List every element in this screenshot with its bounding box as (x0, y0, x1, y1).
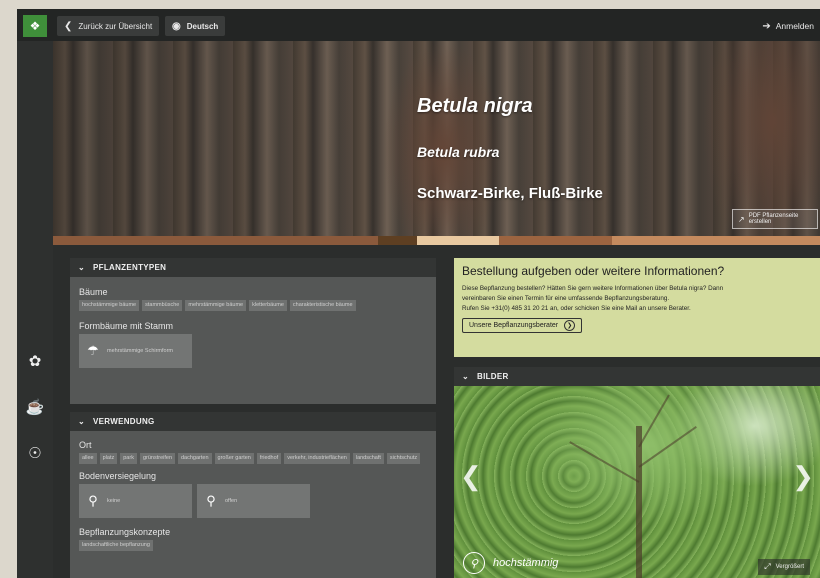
login-button[interactable]: ➔ Anmelden (754, 16, 820, 36)
zoom-label: Vergrößert (775, 564, 804, 570)
swatch-0 (53, 236, 378, 245)
type-card[interactable]: ☂ mehrstämmige Schirmform (79, 334, 192, 368)
info-line: Diese Bepflanzung bestellen? Hätten Sie … (462, 285, 724, 292)
tag-list-ort: allee platz park grünstreifen dachgarten… (79, 453, 427, 464)
lightbulb-icon[interactable]: ☉ (17, 439, 53, 467)
pdf-icon: ↗ (738, 214, 745, 224)
tag[interactable]: stammbüsche (142, 300, 183, 311)
plant-common-name: Schwarz-Birke, Fluß-Birke (417, 185, 603, 202)
group-title-konzepte: Bepflanzungskonzepte (79, 527, 171, 537)
hero-image: Betula nigra Betula rubra Schwarz-Birke,… (53, 41, 820, 236)
type-card-label: mehrstämmige Schirmform (107, 347, 174, 354)
info-title: Bestellung aufgeben oder weitere Informa… (462, 264, 725, 278)
group-title-baeume: Bäume (79, 287, 108, 297)
tag[interactable]: landschaftliche bepflanzung (79, 540, 153, 551)
boden-card-label: offen (225, 498, 238, 504)
tag[interactable]: allee (79, 453, 97, 464)
plant-info-icon[interactable]: ✿ (17, 347, 53, 375)
swatch-5 (612, 236, 820, 245)
tag[interactable]: charakteristische bäume (289, 300, 356, 311)
tag[interactable]: grünstreifen (139, 453, 175, 464)
tag[interactable]: platz (99, 453, 118, 464)
photo-caption: ⚲ hochstämmig (463, 552, 558, 574)
background-corner (0, 0, 17, 180)
language-label: Deutsch (186, 21, 219, 31)
order-info-box: Bestellung aufgeben oder weitere Informa… (454, 258, 820, 357)
group-title-formbaeume: Formbäume mit Stamm (79, 321, 174, 331)
panel-title: BILDER (477, 372, 509, 381)
tag[interactable]: hochstämmige bäume (79, 300, 140, 311)
tag[interactable]: mehrstämmige bäume (185, 300, 247, 311)
tag[interactable]: landschaft (352, 453, 384, 464)
group-title-boden: Bodenversiegelung (79, 471, 157, 481)
panel-title: PFLANZENTYPEN (93, 263, 167, 272)
back-button-label: Zurück zur Übersicht (78, 21, 153, 31)
tag[interactable]: großer garten (214, 453, 254, 464)
zoom-button[interactable]: ⤢ Vergrößert (758, 559, 810, 575)
pdf-button-label: PDF Pflanzenseite erstellen (748, 213, 799, 225)
photo-branch (638, 394, 670, 448)
tag[interactable]: verkehr, industrieflächen (284, 453, 350, 464)
panel-header-verwendung[interactable]: ⌄ VERWENDUNG (70, 412, 436, 431)
plant-synonym: Betula rubra (417, 144, 500, 160)
login-label: Anmelden (775, 21, 814, 31)
top-bar: ❖ ❮ Zurück zur Übersicht ◉ Deutsch ➔ Anm… (17, 9, 820, 41)
photo-branch (569, 441, 640, 483)
chevron-down-icon: ⌄ (78, 263, 86, 272)
tree-icon: ⚲ (463, 552, 485, 574)
group-title-ort: Ort (79, 440, 92, 450)
info-line: Rufen Sie +31(0) 485 31 20 21 an, oder s… (462, 305, 691, 312)
photo-caption-label: hochstämmig (493, 557, 559, 569)
arrow-right-icon: ❯ (564, 320, 576, 331)
chevron-down-icon: ⌄ (78, 417, 86, 426)
advisor-button[interactable]: Unsere Bepflanzungsberater ❯ (462, 318, 583, 333)
plant-photo: ❮ ❯ ⚲ hochstämmig ⤢ Vergrößert (454, 386, 820, 578)
login-icon: ➔ (762, 20, 771, 32)
panel-header-pflanzentypen[interactable]: ⌄ PFLANZENTYPEN (70, 258, 436, 277)
swatch-4 (499, 236, 612, 245)
panel-pflanzentypen: ⌄ PFLANZENTYPEN Bäume hochstämmige bäume… (70, 258, 436, 404)
chevron-down-icon: ⌄ (462, 372, 470, 381)
pdf-button[interactable]: ↗ PDF Pflanzenseite erstellen (732, 209, 818, 229)
arrow-left-icon[interactable]: ❮ (460, 461, 482, 492)
panel-title: VERWENDUNG (93, 417, 155, 426)
tag-list-konzepte: landschaftliche bepflanzung (79, 540, 427, 551)
expand-icon: ⤢ (764, 562, 771, 571)
swatch-3 (417, 236, 499, 245)
app-window: ❖ ❮ Zurück zur Übersicht ◉ Deutsch ➔ Anm… (17, 9, 820, 578)
tree-open-seal-icon: ⚲ (206, 493, 216, 508)
sidebar: ✿ ☕ ☉ (17, 41, 53, 578)
color-swatches (53, 236, 820, 245)
globe-icon: ◉ (172, 20, 181, 32)
panel-verwendung: ⌄ VERWENDUNG Ort allee platz park grünst… (70, 412, 436, 578)
tag[interactable]: park (120, 453, 137, 464)
panel-header-bilder[interactable]: ⌄ BILDER (454, 367, 820, 386)
boden-card[interactable]: ⚲ offen (197, 484, 310, 518)
tag[interactable]: dachgarten (178, 453, 212, 464)
umbrella-tree-icon: ☂ (87, 343, 99, 358)
tag-list-baeume: hochstämmige bäume stammbüsche mehrstämm… (79, 300, 427, 311)
coffee-cup-icon[interactable]: ☕ (17, 393, 53, 421)
tag[interactable]: kletterbäume (249, 300, 287, 311)
swatch-2 (378, 236, 417, 245)
plant-scientific-name: Betula nigra (417, 95, 533, 117)
language-button[interactable]: ◉ Deutsch (165, 16, 226, 36)
photo-trunk (636, 426, 642, 578)
tag[interactable]: friedhof (256, 453, 282, 464)
boden-card[interactable]: ⚲ keine (79, 484, 192, 518)
back-button[interactable]: ❮ Zurück zur Übersicht (57, 16, 160, 36)
chevron-left-icon: ❮ (64, 20, 73, 32)
plant-book-icon[interactable]: ❖ (23, 15, 47, 37)
info-line: vereinbaren Sie einen Termin für eine um… (462, 295, 670, 302)
arrow-right-icon[interactable]: ❯ (792, 461, 814, 492)
tree-no-seal-icon: ⚲ (88, 493, 98, 508)
boden-card-label: keine (107, 498, 121, 504)
advisor-button-label: Unsere Bepflanzungsberater (469, 322, 559, 329)
tag[interactable]: sichtschutz (386, 453, 421, 464)
